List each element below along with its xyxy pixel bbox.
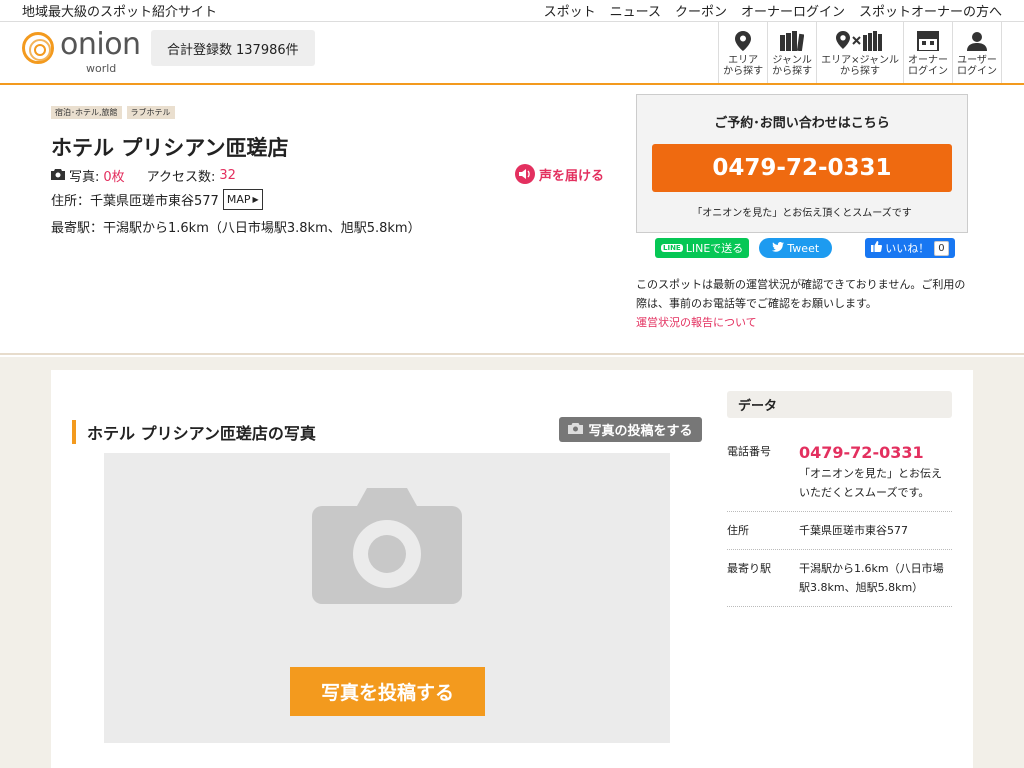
map-button[interactable]: MAP ▶ [222,189,263,210]
call-button[interactable]: 0479-72-0331 [652,144,952,192]
line-icon: LINE [661,244,683,252]
speaker-icon [515,164,535,184]
header: onion world 合計登録数 137986件 エリア から探す ジャンル … [0,22,1024,85]
nav-genre-search[interactable]: ジャンル から探す [768,22,818,83]
category-tags: 宿泊･ホテル,旅館 ラブホテル [51,106,175,119]
data-row-station: 最寄り駅 干潟駅から1.6km（八日市場駅3.8km、旭駅5.8km） [727,550,952,607]
twitter-bird-icon [772,241,785,255]
nav-area-label1: エリア [728,55,759,66]
line-share-label: LINEで送る [685,242,744,255]
status-report-link[interactable]: 運営状況の報告について [636,316,757,329]
tag-love-hotel[interactable]: ラブホテル [126,106,175,119]
photos-heading: ホテル プリシアン匝瑳店の写真 [72,420,316,444]
post-photo-button[interactable]: 写真を投稿する [290,667,485,716]
user-icon [957,29,997,53]
nav-link-spot[interactable]: スポット [544,1,596,20]
spot-stats: 写真: 0枚 アクセス数: 32 [51,166,236,185]
send-voice-label: 声を届ける [539,168,605,184]
nav-link-coupon[interactable]: クーポン [675,1,727,20]
line-share-button[interactable]: LINE LINEで送る [655,238,750,258]
data-row-address: 住所 千葉県匝瑳市東谷577 [727,512,952,550]
count-value: 137986件 [236,42,299,58]
nav-user-login[interactable]: ユーザー ログイン [953,22,1002,83]
nav-owner-login[interactable]: オーナー ログイン [904,22,953,83]
count-label: 合計登録数 [167,42,233,58]
send-voice-button[interactable]: 声を届ける [515,164,604,184]
camera-placeholder-icon [312,486,462,608]
nav-owner-label2: ログイン [908,66,948,77]
like-label: いいね！ [885,242,930,255]
nav-genre-label1: ジャンル [772,55,812,66]
nav-area-genre-label1: エリア×ジャンル [821,55,899,66]
page-title: ホテル プリシアン匝瑳店 [51,136,289,160]
camera-icon [51,168,65,184]
tel-note: 「オニオンを見た」とお伝えいただくとスムーズです。 [799,467,942,499]
status-notice: このスポットは最新の運営状況が確認できておりません。ご利用の際は、事前のお電話等… [636,275,968,332]
map-button-label: MAP [226,193,251,206]
map-pin-icon [723,29,763,53]
books-icon [772,29,812,53]
top-nav: スポット ニュース クーポン オーナーログイン スポットオーナーの方へ [544,1,1002,20]
contact-title: ご予約･お問い合わせはこちら [714,116,890,131]
social-buttons: LINE LINEで送る Tweet いいね！ 0 [655,238,955,258]
nav-genre-label2: から探す [772,66,813,77]
logo-sub: world [86,62,117,75]
shop-icon [908,29,948,53]
post-photo-small-button[interactable]: 写真の投稿をする [559,417,702,442]
data-tel-link[interactable]: 0479-72-0331 [799,443,924,462]
address-text: 住所：千葉県匝瑳市東谷577 [51,194,219,209]
nav-link-owner-login[interactable]: オーナーログイン [741,1,845,20]
photo-count-label: 写真: [69,170,100,185]
logo-text: onion [60,27,141,62]
nav-area-search[interactable]: エリア から探す [719,22,769,83]
header-nav: エリア から探す ジャンル から探す エリア×ジャンル から探す オーナー ログ… [718,22,1002,83]
nav-user-label2: ログイン [957,66,997,77]
thumbs-up-icon [871,241,883,255]
notice-text: このスポットは最新の運営状況が確認できておりません。ご利用の際は、事前のお電話等… [636,278,966,310]
tweet-button[interactable]: Tweet [759,238,833,258]
nav-link-for-owners[interactable]: スポットオーナーの方へ [859,1,1002,20]
pin-x-books-icon [821,29,899,53]
data-sidebar: データ 電話番号 0479-72-0331 「オニオンを見た」とお伝えいただくと… [727,391,952,607]
nav-area-genre-search[interactable]: エリア×ジャンル から探す [817,22,904,83]
access-count-label: アクセス数: [146,170,216,185]
contact-note: 「オニオンを見た」とお伝え頂くとスムーズです [692,208,912,219]
photo-count[interactable]: 0枚 [103,166,124,185]
nav-owner-label1: オーナー [908,55,948,66]
access-count: 32 [219,168,236,183]
onion-logo[interactable]: onion world [22,27,141,75]
total-count-badge: 合計登録数 137986件 [151,30,315,66]
nav-area-genre-label2: から探す [840,66,881,77]
lower-section: ホテル プリシアン匝瑳店の写真 写真の投稿をする 写真を投稿する データ 電話番… [0,357,1024,768]
content-panel: ホテル プリシアン匝瑳店の写真 写真の投稿をする 写真を投稿する データ 電話番… [51,370,973,768]
spot-hero: 宿泊･ホテル,旅館 ラブホテル ホテル プリシアン匝瑳店 写真: 0枚 アクセス… [0,85,1024,355]
address-key: 住所 [727,524,749,537]
onion-logo-icon [22,32,54,64]
tel-key: 電話番号 [727,445,771,458]
address-value: 千葉県匝瑳市東谷577 [799,524,908,537]
nav-link-news[interactable]: ニュース [610,1,661,20]
contact-box: ご予約･お問い合わせはこちら 0479-72-0331 「オニオンを見た」とお伝… [636,94,968,233]
nav-user-label1: ユーザー [957,55,997,66]
facebook-like-button[interactable]: いいね！ 0 [865,238,955,258]
spot-address: 住所：千葉県匝瑳市東谷577 MAP ▶ [51,189,263,210]
camera-icon [568,422,584,438]
nav-area-label2: から探す [723,66,764,77]
top-bar: 地域最大級のスポット紹介サイト スポット ニュース クーポン オーナーログイン … [0,0,1024,22]
play-triangle-icon: ▶ [252,195,259,204]
like-count: 0 [934,240,949,256]
nearest-station: 最寄駅：干潟駅から1.6km（八日市場駅3.8km、旭駅5.8km） [51,221,421,236]
data-row-tel: 電話番号 0479-72-0331 「オニオンを見た」とお伝えいただくとスムーズ… [727,433,952,512]
post-photo-small-label: 写真の投稿をする [588,424,693,439]
station-key: 最寄り駅 [727,562,771,575]
tag-lodging[interactable]: 宿泊･ホテル,旅館 [51,106,122,119]
photo-placeholder: 写真を投稿する [104,453,670,743]
station-value: 干潟駅から1.6km（八日市場駅3.8km、旭駅5.8km） [799,562,944,594]
site-tagline: 地域最大級のスポット紹介サイト [22,5,218,20]
data-heading: データ [727,391,952,418]
tweet-label: Tweet [787,241,820,255]
